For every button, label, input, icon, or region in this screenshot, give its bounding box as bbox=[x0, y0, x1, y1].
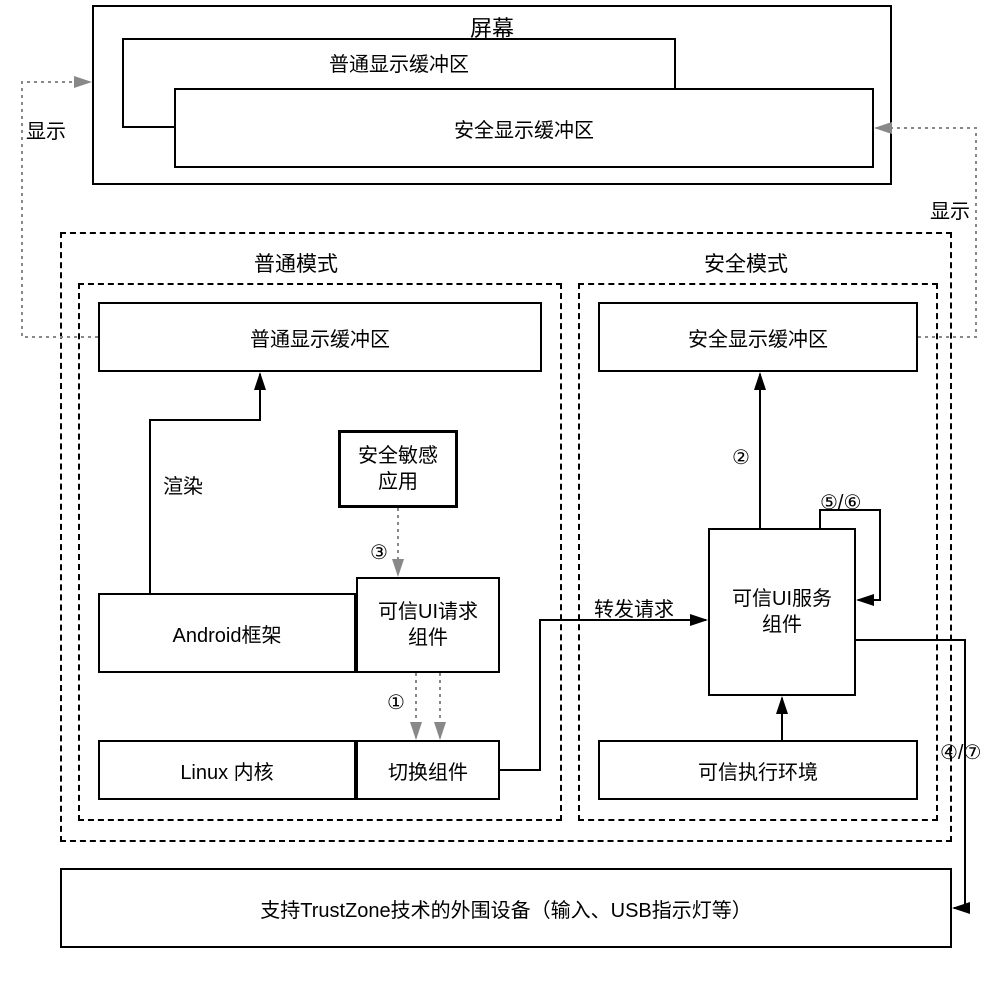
tee-label: 可信执行环境 bbox=[698, 756, 818, 785]
step-1-label: ① bbox=[387, 690, 405, 715]
android-framework-label: Android框架 bbox=[173, 619, 282, 648]
step-3-label: ③ bbox=[370, 540, 388, 565]
android-framework-box: Android框架 bbox=[98, 593, 356, 673]
display-left-label: 显示 bbox=[26, 115, 66, 144]
normal-mode-title: 普通模式 bbox=[250, 248, 342, 278]
trusted-ui-req-box: 可信UI请求组件 bbox=[356, 577, 500, 673]
trusted-ui-svc-label: 可信UI服务组件 bbox=[727, 586, 837, 638]
step-56-label: ⑤/⑥ bbox=[820, 490, 861, 515]
normal-buffer-label: 普通显示缓冲区 bbox=[250, 323, 390, 352]
display-right-label: 显示 bbox=[930, 195, 970, 224]
secure-mode-title: 安全模式 bbox=[700, 248, 792, 278]
secure-buffer-box: 安全显示缓冲区 bbox=[598, 302, 918, 372]
screen-secure-buffer-label: 安全显示缓冲区 bbox=[454, 114, 594, 143]
sensitive-app-label: 安全敏感应用 bbox=[358, 443, 438, 495]
switch-component-box: 切换组件 bbox=[356, 740, 500, 800]
step-47-label: ④/⑦ bbox=[940, 740, 981, 765]
step-2-label: ② bbox=[732, 445, 750, 470]
peripheral-label: 支持TrustZone技术的外围设备（输入、USB指示灯等） bbox=[260, 894, 752, 923]
screen-normal-buffer-label: 普通显示缓冲区 bbox=[329, 48, 469, 77]
tee-box: 可信执行环境 bbox=[598, 740, 918, 800]
sensitive-app-box: 安全敏感应用 bbox=[338, 430, 458, 508]
switch-component-label: 切换组件 bbox=[388, 756, 468, 785]
screen-secure-buffer: 安全显示缓冲区 bbox=[174, 88, 874, 168]
trusted-ui-req-label: 可信UI请求组件 bbox=[373, 599, 483, 651]
linux-kernel-box: Linux 内核 bbox=[98, 740, 356, 800]
linux-kernel-label: Linux 内核 bbox=[180, 756, 273, 785]
peripheral-box: 支持TrustZone技术的外围设备（输入、USB指示灯等） bbox=[60, 868, 952, 948]
trusted-ui-svc-box: 可信UI服务组件 bbox=[708, 528, 856, 696]
forward-request-label: 转发请求 bbox=[594, 593, 674, 622]
normal-buffer-box: 普通显示缓冲区 bbox=[98, 302, 542, 372]
secure-buffer-label: 安全显示缓冲区 bbox=[688, 323, 828, 352]
render-label: 渲染 bbox=[163, 470, 203, 499]
